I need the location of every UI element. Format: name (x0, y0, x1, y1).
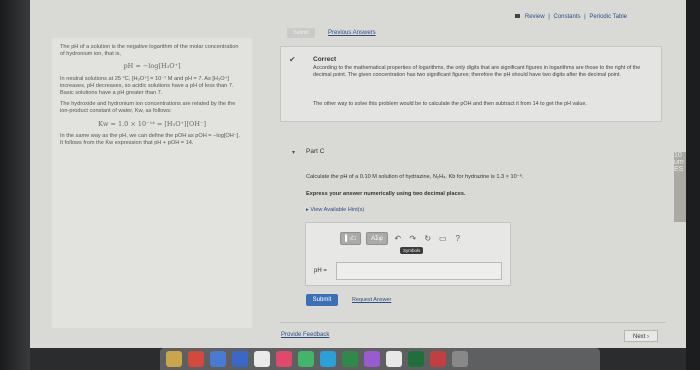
dock-app-icon[interactable] (166, 351, 182, 367)
question-text: Calculate the pH of a 0.10 M solution of… (306, 174, 524, 180)
answer-label: pH = (314, 268, 327, 274)
hints-label: View Available Hint(s) (310, 207, 365, 213)
dock-app-icon[interactable] (408, 351, 424, 367)
symbols-button[interactable]: ΑΣφ (366, 231, 388, 245)
answer-input[interactable] (336, 262, 502, 280)
dock-app-icon[interactable] (188, 351, 204, 367)
feedback-correct-box: ✔ Correct According to the mathematical … (280, 46, 662, 122)
symbols-tooltip: Symbols (400, 247, 424, 254)
dock-app-icon[interactable] (210, 351, 226, 367)
submit-button[interactable]: Submit (306, 294, 338, 306)
dock-app-icon[interactable] (276, 351, 292, 367)
side-text: 10 (674, 152, 682, 159)
screen-bezel-right (686, 0, 700, 370)
info-paragraph: In the same way as the pH, we can define… (60, 132, 240, 147)
dock-app-icon[interactable] (430, 351, 446, 367)
screen-bezel-left (0, 0, 30, 370)
view-hints-link[interactable]: ▸ View Available Hint(s) (306, 207, 364, 213)
dock-app-icon[interactable] (254, 351, 270, 367)
separator: | (584, 14, 586, 20)
problem-area: Submit Previous Answers ✔ Correct Accord… (262, 24, 672, 348)
equation-toolbar: ▌√□ ΑΣφ ↶ ↷ ↻ ▭ ? (340, 231, 463, 245)
info-paragraph: The pH of a solution is the negative log… (60, 44, 239, 58)
redo-icon[interactable]: ↷ (408, 234, 418, 243)
submit-tab: Submit (287, 28, 315, 38)
next-button[interactable]: Next › (624, 330, 658, 342)
feedback-title: Correct (313, 56, 337, 63)
ph-equation: pH = −log[H₃O⁺] (123, 62, 181, 71)
feedback-text: According to the mathematical properties… (313, 65, 641, 78)
part-c-label[interactable]: Part C (306, 148, 324, 155)
side-text: ES (674, 166, 684, 173)
reset-icon[interactable]: ↻ (423, 234, 433, 243)
info-paragraph: In neutral solutions at 25 °C, [H₃O⁺] = … (60, 75, 234, 97)
caret-right-icon: ▸ (306, 207, 309, 213)
keyboard-icon[interactable]: ▭ (438, 234, 448, 243)
info-panel: The pH of a solution is the negative log… (52, 38, 252, 328)
periodic-table-link[interactable]: Periodic Table (589, 14, 627, 20)
top-links: Review | Constants | Periodic Table (514, 14, 628, 20)
review-icon (515, 14, 521, 19)
browser-screen: Review | Constants | Periodic Table The … (30, 0, 686, 348)
collapse-triangle-icon[interactable]: ▾ (292, 149, 295, 156)
template-button[interactable]: ▌√□ (340, 231, 362, 245)
dock-app-icon[interactable] (298, 351, 314, 367)
dock-app-icon[interactable] (232, 351, 248, 367)
provide-feedback-link[interactable]: Provide Feedback (281, 332, 329, 338)
review-link[interactable]: Review (525, 14, 545, 20)
dock-app-icon[interactable] (364, 351, 380, 367)
feedback-text-2: The other way to solve this problem woul… (313, 101, 587, 107)
dock-app-icon[interactable] (342, 351, 358, 367)
previous-answers-link[interactable]: Previous Answers (328, 30, 376, 36)
instruction-text: Express your answer numerically using tw… (306, 191, 466, 197)
checkmark-icon: ✔ (289, 55, 296, 64)
background-window[interactable]: 10 um 6 ES (674, 152, 686, 222)
kw-equation: Kw = 1.0 × 10⁻¹⁴ = [H₃O⁺][OH⁻] (97, 119, 206, 128)
answer-container: ▌√□ ΑΣφ ↶ ↷ ↻ ▭ ? Symbols pH = (305, 222, 511, 286)
dock-app-icon[interactable] (320, 351, 336, 367)
request-answer-link[interactable]: Request Answer (352, 297, 391, 303)
dock-app-icon[interactable] (452, 351, 468, 367)
separator: | (548, 14, 550, 20)
info-paragraph: The hydroxide and hydronium ion concentr… (60, 101, 236, 115)
divider (280, 322, 666, 323)
dock (160, 348, 600, 370)
side-text: um 6 (674, 159, 686, 166)
dock-app-icon[interactable] (386, 351, 402, 367)
help-icon[interactable]: ? (453, 234, 463, 243)
constants-link[interactable]: Constants (553, 14, 580, 20)
undo-icon[interactable]: ↶ (393, 234, 403, 243)
